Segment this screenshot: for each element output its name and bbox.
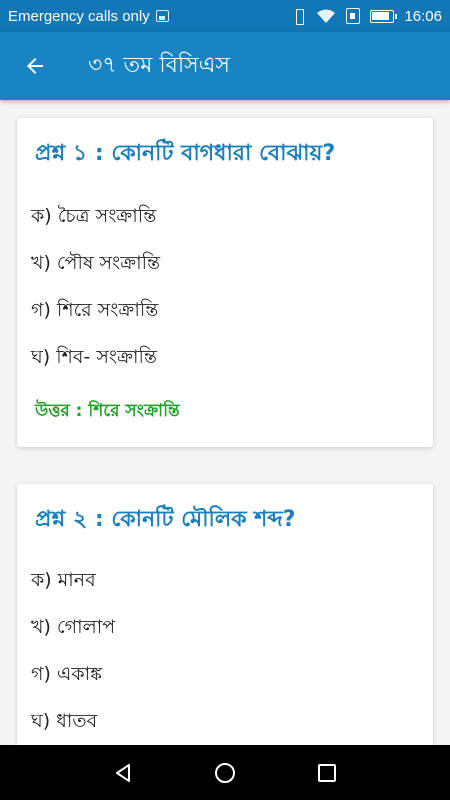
option-ka: ক) মানব [31, 569, 96, 591]
option-kha: খ) পৌষ সংক্রান্তি [31, 252, 161, 274]
status-left: Emergency calls only [8, 8, 292, 25]
option-ka: ক) চৈত্র সংক্রান্তি [31, 205, 157, 227]
question-text: প্রশ্ন ১ : কোনটি বাগধারা বোঝায়? [35, 141, 336, 166]
battery-icon [370, 9, 398, 23]
answer-text: উত্তর : শিরে সংক্রান্তি [35, 401, 180, 421]
nav-home-button[interactable] [205, 753, 245, 793]
home-circle-icon [215, 762, 235, 783]
status-bar: Emergency calls only 16:06 [0, 0, 450, 32]
app-bar: ৩৭ তম বিসিএস [0, 32, 450, 100]
question-card-1: প্রশ্ন ১ : কোনটি বাগধারা বোঝায়? ক) চৈত্… [17, 118, 433, 447]
option-gha: ঘ) ধাতব [31, 710, 98, 732]
navigation-bar [0, 745, 450, 800]
option-gha: ঘ) শিব- সংক্রান্তি [31, 346, 157, 368]
option-kha: খ) গোলাপ [31, 616, 116, 638]
question-text: প্রশ্ন ২ : কোনটি মৌলিক শব্দ? [35, 507, 296, 532]
status-right: 16:06 [292, 8, 442, 25]
nav-recents-button[interactable] [307, 753, 347, 793]
sim-icon [346, 8, 361, 24]
page-title: ৩৭ তম বিসিএস [88, 52, 230, 78]
option-ga: গ) একাঙ্ক [31, 663, 103, 685]
recents-square-icon [318, 763, 336, 782]
vibrate-icon [292, 8, 306, 25]
option-ga: গ) শিরে সংক্রান্তি [31, 299, 159, 321]
clock: 16:06 [404, 7, 442, 25]
back-triangle-icon [116, 763, 130, 782]
nav-back-button[interactable] [103, 753, 143, 793]
question-list[interactable]: প্রশ্ন ১ : কোনটি বাগধারা বোঝায়? ক) চৈত্… [0, 100, 450, 745]
carrier-text: Emergency calls only [8, 7, 150, 25]
question-card-2: প্রশ্ন ২ : কোনটি মৌলিক শব্দ? ক) মানব খ) … [17, 484, 433, 745]
image-notification-icon [155, 10, 169, 22]
back-button[interactable] [0, 32, 70, 100]
arrow-back-icon [27, 58, 43, 74]
wifi-icon [317, 9, 336, 23]
